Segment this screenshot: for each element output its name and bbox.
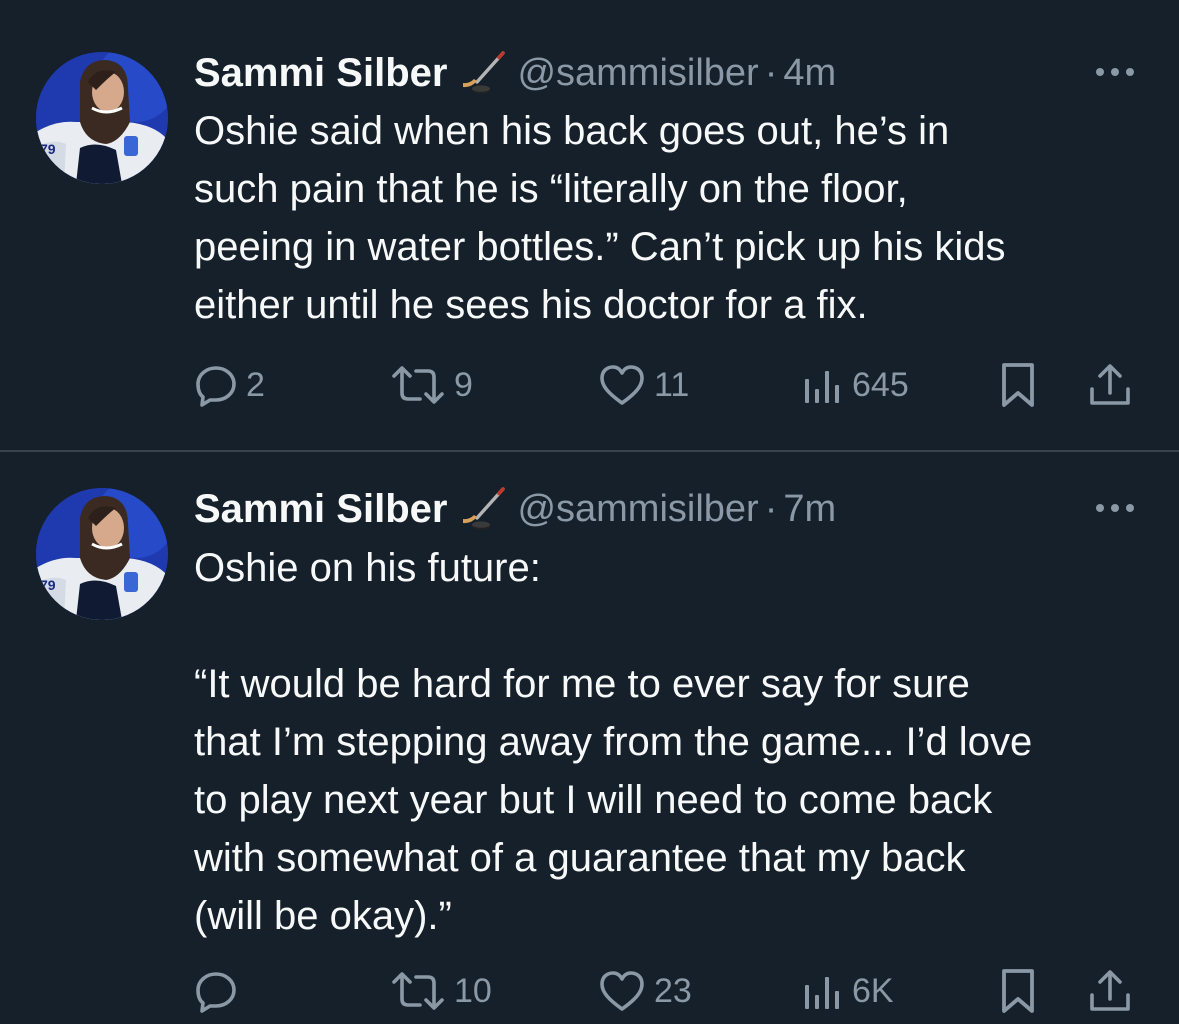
heart-icon [598, 363, 646, 407]
hockey-stick-and-puck-icon [459, 486, 507, 532]
retweet-button[interactable]: 10 [390, 966, 492, 1016]
avatar[interactable] [36, 488, 168, 620]
share-button[interactable] [1086, 966, 1134, 1016]
share-icon [1086, 361, 1134, 409]
bookmark-button[interactable] [998, 966, 1038, 1016]
more-horizontal-icon[interactable] [1093, 62, 1137, 82]
retweet-icon [390, 363, 446, 407]
bookmark-icon [998, 361, 1038, 409]
author-handle[interactable]: @sammisilber [517, 488, 758, 531]
reply-count: 2 [246, 365, 265, 404]
views-bar-chart-icon [800, 969, 844, 1013]
hockey-stick-and-puck-icon [459, 50, 507, 96]
bookmark-icon [998, 967, 1038, 1015]
reply-button[interactable] [194, 966, 246, 1016]
like-count: 23 [654, 971, 692, 1010]
retweet-count: 9 [454, 365, 473, 404]
tweet-header: Sammi Silber @sammisilber · 7m [194, 486, 836, 532]
retweet-icon [390, 969, 446, 1013]
separator-dot: · [764, 487, 778, 530]
like-count: 11 [654, 365, 690, 404]
views-count: 6K [852, 971, 894, 1010]
views-bar-chart-icon [800, 363, 844, 407]
reply-icon [194, 969, 238, 1013]
share-icon [1086, 967, 1134, 1015]
reply-icon [194, 363, 238, 407]
retweet-button[interactable]: 9 [390, 360, 473, 410]
views-count: 645 [852, 365, 909, 404]
like-button[interactable]: 23 [598, 966, 692, 1016]
tweet-header: Sammi Silber @sammisilber · 4m [194, 50, 836, 96]
tweet-text: Oshie said when his back goes out, he’s … [194, 109, 1006, 327]
heart-icon [598, 969, 646, 1013]
separator-dot: · [764, 51, 778, 94]
bookmark-button[interactable] [998, 360, 1038, 410]
tweet[interactable]: Sammi Silber @sammisilber · 7m Oshie on … [0, 452, 1179, 1024]
reply-button[interactable]: 2 [194, 360, 265, 410]
share-button[interactable] [1086, 360, 1134, 410]
retweet-count: 10 [454, 971, 492, 1010]
like-button[interactable]: 11 [598, 360, 689, 410]
tweet-text: Oshie on his future: “It would be hard f… [194, 546, 1033, 938]
action-bar: 2 9 11 645 [194, 360, 1139, 410]
more-horizontal-icon[interactable] [1093, 498, 1137, 518]
views-button[interactable]: 6K [800, 966, 894, 1016]
author-name[interactable]: Sammi Silber [194, 51, 447, 96]
action-bar: 10 23 6K [194, 966, 1139, 1016]
views-button[interactable]: 645 [800, 360, 909, 410]
timestamp[interactable]: 7m [783, 488, 836, 531]
author-handle[interactable]: @sammisilber [517, 52, 758, 95]
avatar[interactable] [36, 52, 168, 184]
tweet[interactable]: Sammi Silber @sammisilber · 4m Oshie sai… [0, 0, 1179, 450]
timestamp[interactable]: 4m [783, 52, 836, 95]
author-name[interactable]: Sammi Silber [194, 487, 447, 532]
